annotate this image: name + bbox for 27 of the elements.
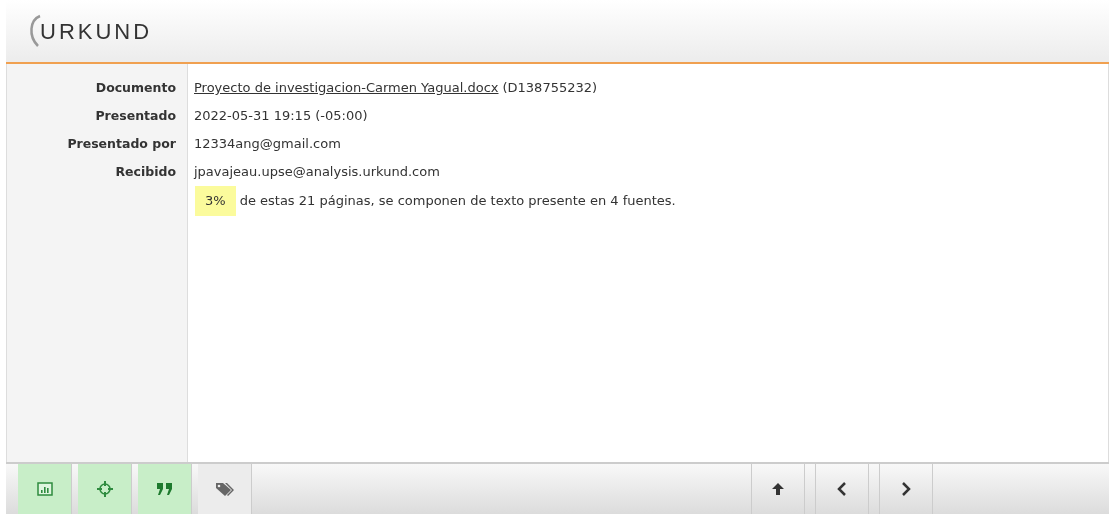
document-id: (D138755232) <box>501 79 598 98</box>
logo: URKUND <box>40 17 153 46</box>
toolbar-button[interactable] <box>879 464 933 514</box>
toolbar-button[interactable] <box>815 464 869 514</box>
field-label: Documento <box>94 78 177 97</box>
field-value: jpavajeau.upse@analysis.urkund.com <box>192 163 440 182</box>
up-arrow-icon <box>771 482 785 496</box>
toolbar-button[interactable] <box>751 464 805 514</box>
field-value: 2022-05-31 19:15 (-05:00) <box>193 107 368 126</box>
toolbar-button[interactable] <box>138 464 192 514</box>
toolbar-button[interactable] <box>198 464 252 514</box>
chart-icon <box>36 482 53 496</box>
chevron-right-icon <box>901 482 911 496</box>
field-label: Presentado por <box>66 134 177 153</box>
quote-icon <box>155 482 174 496</box>
tags-icon <box>214 481 235 497</box>
field-value: 12334ang@gmail.com <box>193 135 341 154</box>
crosshair-icon <box>95 480 114 498</box>
field-label: Recibido <box>114 162 177 181</box>
logo-arc-icon <box>28 14 42 48</box>
summary-text: de estas 21 páginas, se componen de texto presente en 4 fuentes. <box>238 192 676 211</box>
toolbar-button[interactable] <box>78 464 132 514</box>
field-label: Presentado <box>94 106 177 125</box>
document-link[interactable]: Proyecto de investigacion-Carmen Yagual.docx <box>182 78 499 98</box>
toolbar-button[interactable] <box>18 464 72 514</box>
percent-badge: 3% <box>195 186 236 216</box>
chevron-left-icon <box>837 482 847 496</box>
